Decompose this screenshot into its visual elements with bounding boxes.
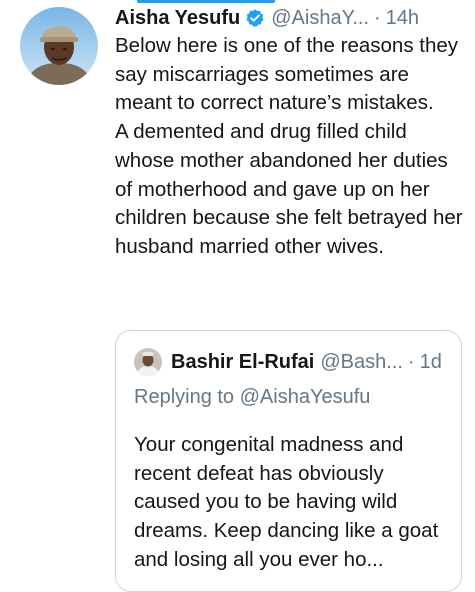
tweet-header: Aisha Yesufu @AishaY... · 14h [115,4,465,32]
tweet-text: Below here is one of the reasons they sa… [115,32,465,262]
quoted-author-handle[interactable]: @Bash... [320,351,403,374]
header-separator: · [374,6,381,29]
top-accent-bar [137,0,275,3]
quoted-author-name[interactable]: Bashir El-Rufai [171,351,314,374]
quoted-header-separator: · [407,350,415,373]
tweet-text-paragraph: A demented and drug filled child whose m… [115,120,463,258]
quoted-tweet-text: Your congenital madness and recent defea… [134,433,439,571]
quoted-author-avatar [134,348,162,376]
author-avatar[interactable] [20,7,98,85]
tweet-text-paragraph: Below here is one of the reasons they sa… [115,34,459,115]
tweet-timestamp[interactable]: 14h [386,7,419,30]
author-handle[interactable]: @AishaY... [271,7,369,30]
quoted-tweet-header: Bashir El-Rufai @Bash... · 1d [171,349,456,375]
author-name[interactable]: Aisha Yesufu [115,7,240,30]
quoted-replying-to[interactable]: Replying to @AishaYesufu [134,386,370,409]
quoted-tweet-timestamp[interactable]: 1d [420,351,442,374]
quoted-tweet-card[interactable]: Bashir El-Rufai @Bash... · 1d Replying t… [115,330,462,592]
verified-badge-icon [245,8,265,28]
